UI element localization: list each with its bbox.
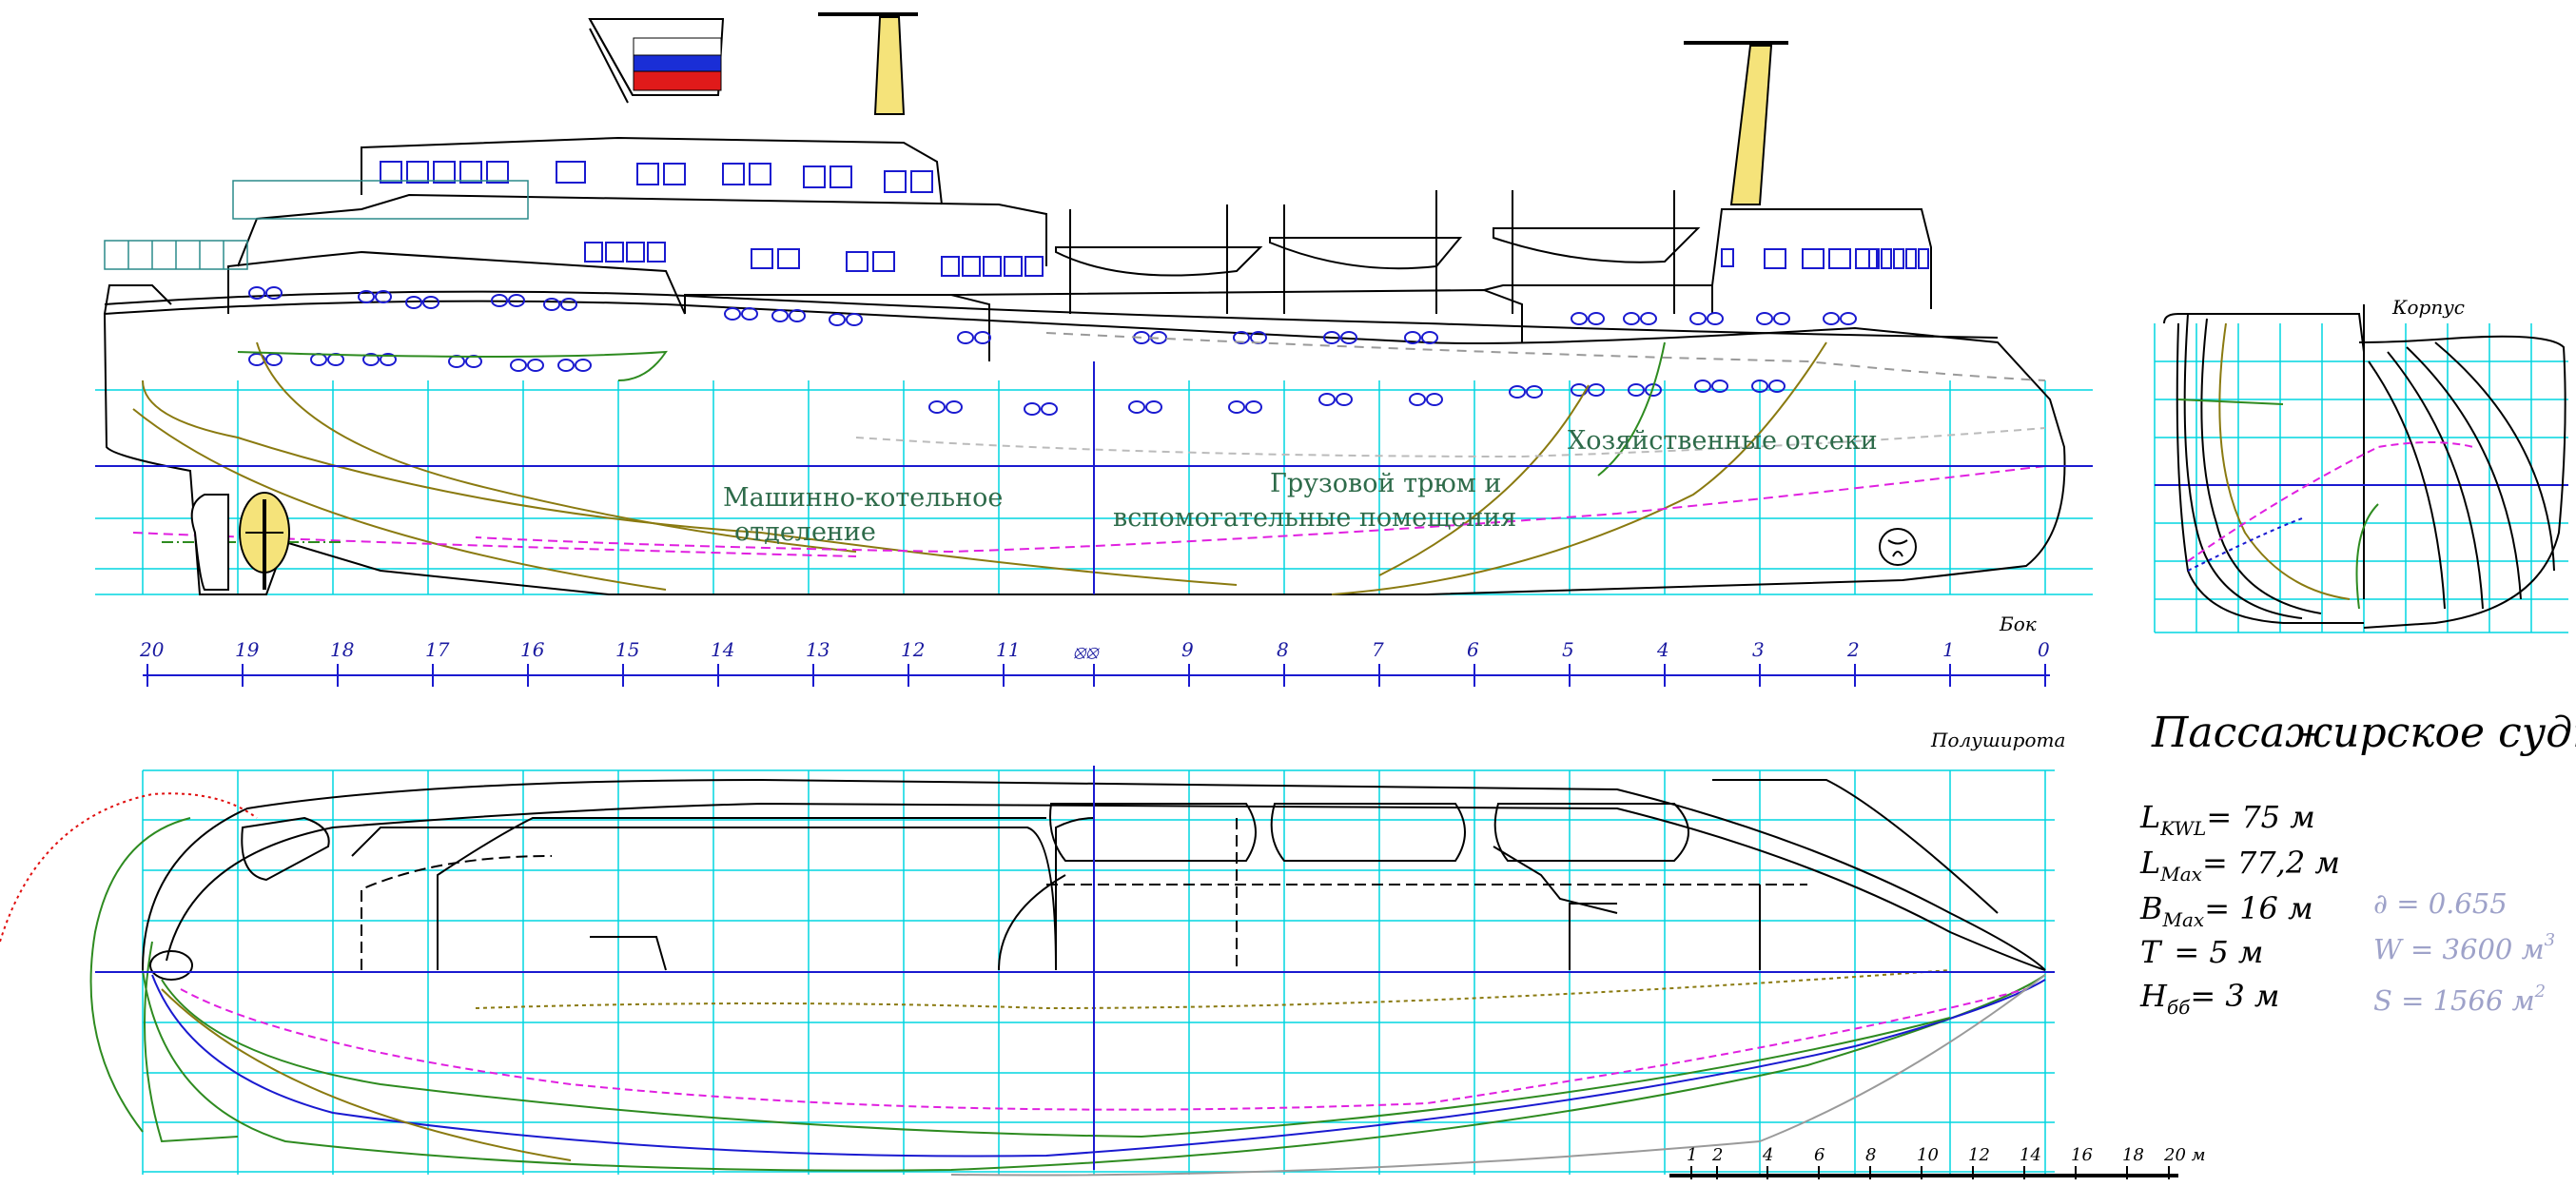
half-breadth-lines <box>0 778 2046 1177</box>
scale-label: 6 <box>1814 1145 1825 1165</box>
station-tick-label: 11 <box>996 638 1020 661</box>
station-tick-label: 15 <box>615 638 639 661</box>
scale-label: 14 <box>2020 1145 2041 1165</box>
label-cargo-2: вспомогательные помещения <box>1113 503 1516 533</box>
svg-text:LKWL= 75 м: LKWL= 75 м <box>2139 799 2315 840</box>
label-side-view: Бок <box>1999 613 2037 635</box>
station-tick-label: 17 <box>425 638 450 661</box>
svg-text:T= 5 м: T = 5 м <box>2140 934 2263 970</box>
body-plan-grid <box>2154 323 2568 633</box>
label-cargo-1: Грузовой трюм и <box>1270 469 1501 498</box>
station-tick-label: 20 <box>139 638 165 661</box>
station-tick-label: 18 <box>330 638 354 661</box>
station-tick-label: 4 <box>1656 638 1669 661</box>
label-service: Хозяйственные отсеки <box>1568 426 1878 456</box>
scale-label: 20 м <box>2163 1145 2206 1165</box>
station-tick-label: 12 <box>901 638 925 661</box>
station-tick-label: 13 <box>806 638 829 661</box>
svg-text:Hбб= 3 м: Hбб= 3 м <box>2139 978 2279 1019</box>
scale-bar: 1 2 4 6 8 10 12 14 16 18 20 м <box>1669 1145 2206 1179</box>
station-scale: 20 19 18 17 16 15 14 13 12 11 9 8 7 6 5 4 3 2 1 0 ⦻⦻ <box>139 638 2050 687</box>
station-tick-label: 1 <box>1942 638 1955 661</box>
scale-label: 1 <box>1687 1145 1697 1165</box>
ship-drawing: Машинно-котельное отделение Грузовой трю… <box>0 12 2576 1179</box>
label-half-breadth: Полуширота <box>1930 729 2065 751</box>
portholes <box>248 286 1857 416</box>
dimensions: LKWL= 75 м LMax= 77,2 м BMax= 16 м T = 5 … <box>2139 799 2340 1019</box>
lifeboats-side <box>1055 190 1701 314</box>
side-hull-lines <box>132 332 2046 595</box>
propeller-rudder <box>190 492 1917 591</box>
lifeboats-plan <box>241 803 1689 882</box>
svg-text:BMax= 16 м: BMax= 16 м <box>2139 890 2313 931</box>
station-tick-label: 3 <box>1752 638 1765 661</box>
scale-label: 18 <box>2122 1145 2144 1165</box>
body-plan-lines <box>2155 304 2568 629</box>
svg-text:S = 1566 м2: S = 1566 м2 <box>2373 982 2546 1017</box>
station-tick-label: 0 <box>2038 638 2050 661</box>
scale-label: 10 <box>1917 1145 1939 1165</box>
svg-text:W = 3600 м3: W = 3600 м3 <box>2373 930 2555 965</box>
scale-label: 16 <box>2071 1145 2093 1165</box>
station-tick-label: 19 <box>235 638 260 661</box>
midship-symbol: ⦻⦻ <box>1073 640 1100 663</box>
scale-label: 2 <box>1711 1145 1723 1165</box>
drawing-title: Пассажирское судно <box>2151 709 2576 757</box>
label-engine-room-2: отделение <box>734 517 876 547</box>
station-tick-label: 16 <box>520 638 545 661</box>
label-engine-room-1: Машинно-котельное <box>723 483 1003 513</box>
scale-label: 8 <box>1865 1145 1876 1165</box>
svg-text:LMax= 77,2 м: LMax= 77,2 м <box>2139 845 2340 885</box>
label-body-plan: Корпус <box>2391 296 2465 319</box>
station-tick-label: 7 <box>1372 638 1384 661</box>
svg-text:∂ = 0.655: ∂ = 0.655 <box>2373 887 2508 920</box>
station-tick-label: 6 <box>1467 638 1479 661</box>
station-tick-label: 8 <box>1277 638 1289 661</box>
coefficients: ∂ = 0.655 W = 3600 м3 S = 1566 м2 <box>2373 887 2555 1017</box>
station-tick-label: 14 <box>711 638 734 661</box>
masts <box>818 12 1788 205</box>
station-tick-label: 9 <box>1181 638 1194 661</box>
funnel <box>588 18 725 104</box>
station-tick-label: 2 <box>1846 638 1860 661</box>
scale-label: 12 <box>1968 1145 1990 1165</box>
scale-label: 4 <box>1762 1145 1773 1165</box>
station-tick-label: 5 <box>1562 638 1574 661</box>
